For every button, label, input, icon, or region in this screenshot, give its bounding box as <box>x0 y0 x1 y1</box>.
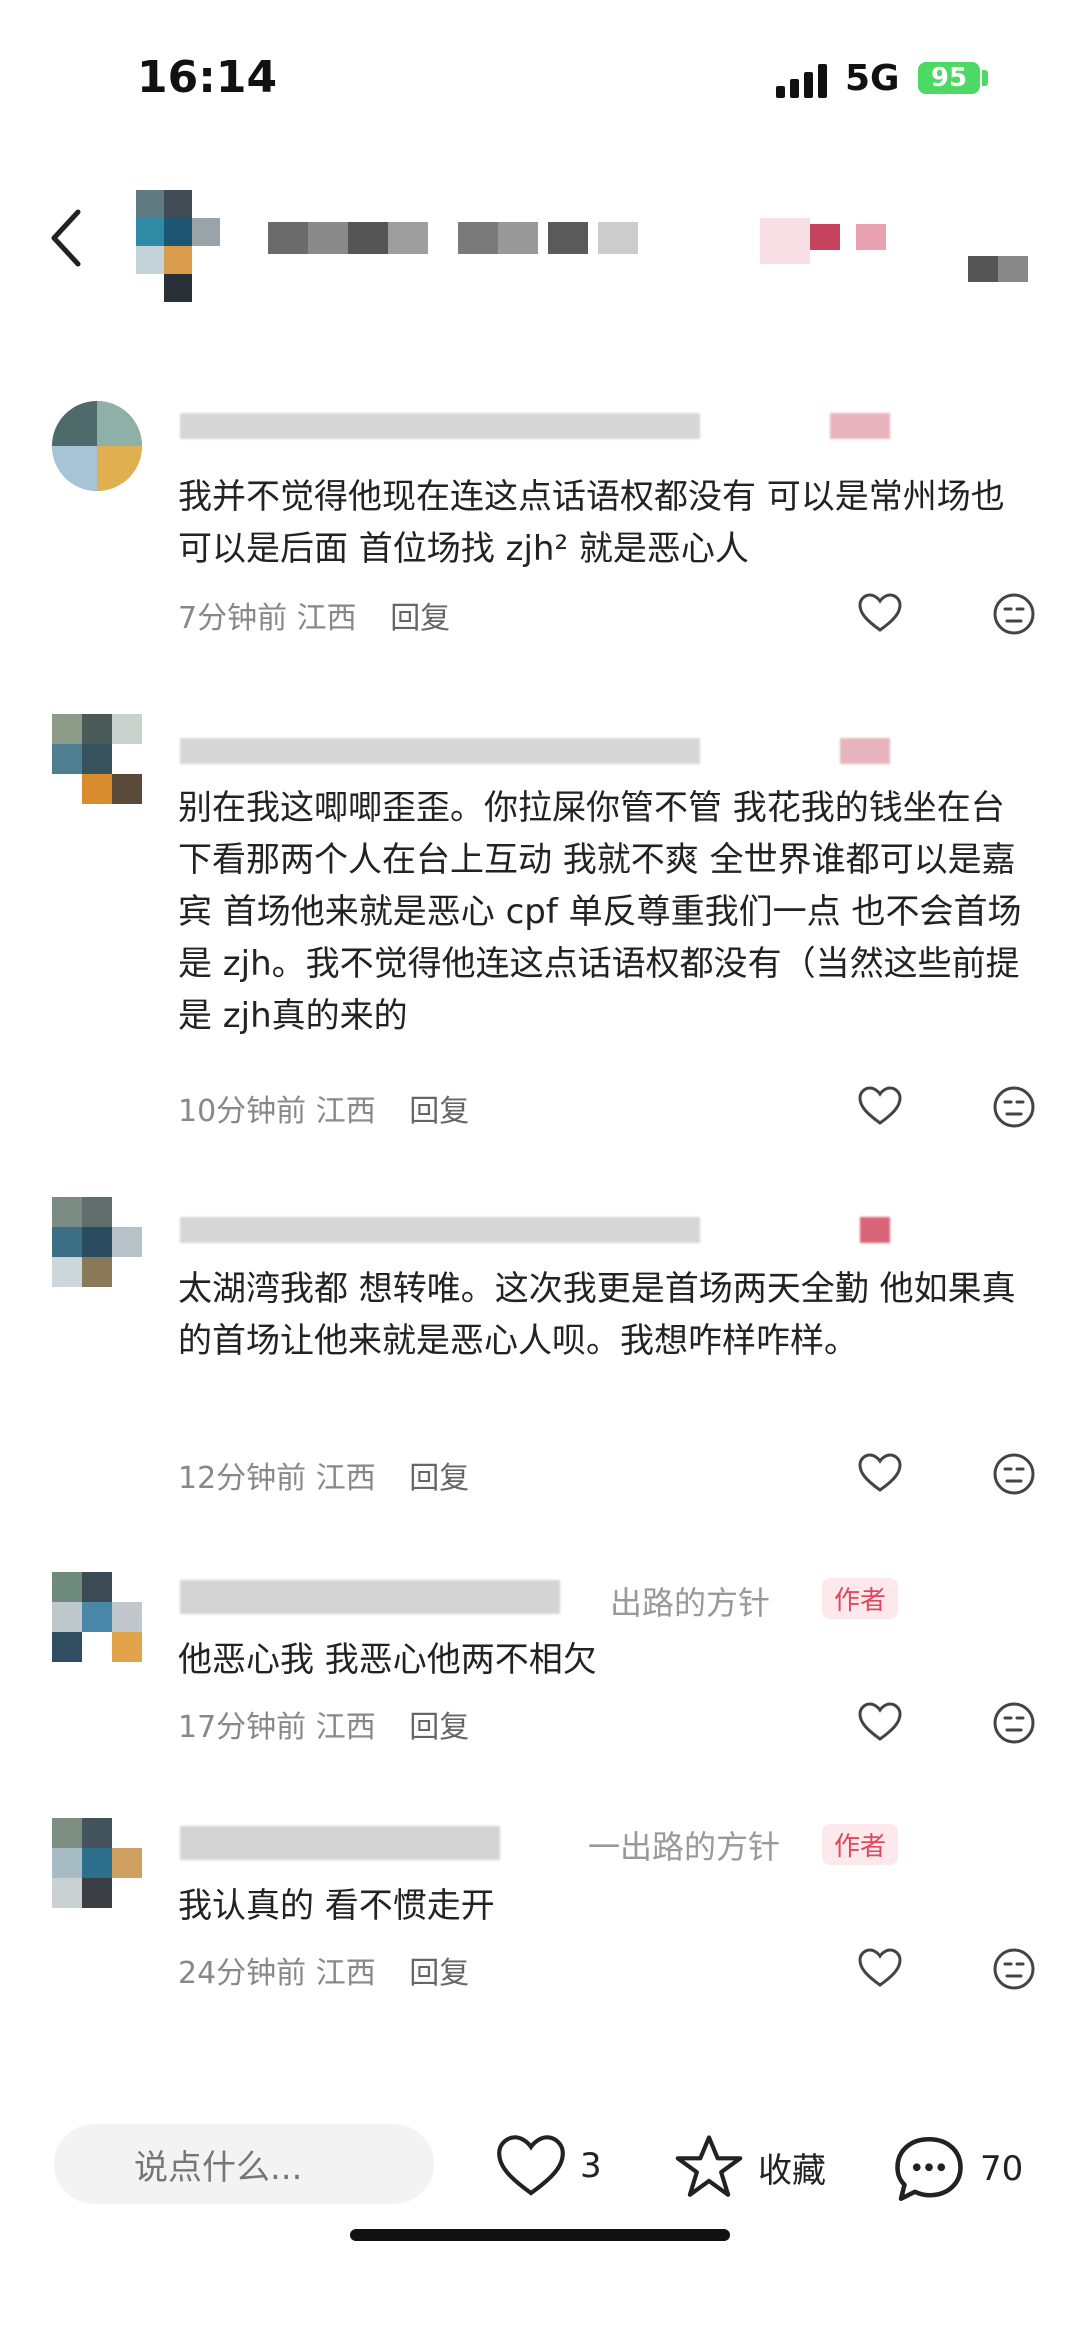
like-count: 3 <box>580 2146 602 2186</box>
nickname-mosaic <box>180 413 940 453</box>
comment-location: 江西 <box>315 1094 376 1129</box>
header-nickname-mosaic <box>268 222 688 254</box>
battery-level: 95 <box>930 63 968 93</box>
dislike-face-icon[interactable] <box>993 1702 1035 1744</box>
comment-text: 太湖湾我都 想转唯。这次我更是首场两天全勤 他如果真的首场让他来就是恶心人呗。我… <box>178 1269 1016 1361</box>
heart-icon[interactable] <box>858 1453 902 1493</box>
like-button[interactable]: 3 <box>496 2134 602 2198</box>
header-right-mosaic <box>968 256 1028 282</box>
nickname-mosaic <box>180 1217 940 1257</box>
comment-text: 别在我这唧唧歪歪。你拉屎你管不管 我花我的钱坐在台下看那两个人在台上互动 我就不… <box>178 788 1022 1036</box>
comment-location: 江西 <box>315 1710 376 1745</box>
comment-time: 7分钟前 <box>178 601 288 636</box>
reply-button[interactable]: 回复 <box>409 1956 469 1991</box>
dislike-face-icon[interactable] <box>993 1086 1035 1128</box>
author-badge: 作者 <box>822 1824 899 1865</box>
back-icon[interactable] <box>48 208 82 268</box>
comment-meta: 24分钟前 江西 回复 <box>178 1948 469 1992</box>
comment-text: 我认真的 看不惯走开 <box>178 1886 495 1926</box>
signal-icon <box>776 64 827 98</box>
heart-icon[interactable] <box>858 593 902 633</box>
bottom-action-bar: 说点什么... 3 收藏 70 <box>0 2080 1080 2341</box>
heart-icon[interactable] <box>858 1702 902 1742</box>
comment-location: 江西 <box>315 1956 376 1991</box>
dislike-face-icon[interactable] <box>993 593 1035 635</box>
network-type: 5G <box>845 58 900 99</box>
comment-location: 江西 <box>296 601 357 636</box>
comment-meta: 12分钟前 江西 回复 <box>178 1453 469 1497</box>
comment-meta: 7分钟前 江西 回复 <box>178 593 450 637</box>
heart-icon[interactable] <box>858 1086 902 1126</box>
comment-time: 24分钟前 <box>178 1956 307 1991</box>
reply-button[interactable]: 回复 <box>409 1094 469 1129</box>
star-icon <box>675 2135 743 2197</box>
comment-count-button[interactable]: 70 <box>892 2134 1023 2204</box>
battery-tip <box>982 70 988 86</box>
status-bar: 16:14 5G 95 <box>0 0 1080 150</box>
header-tag-mosaic <box>760 218 910 264</box>
post-header <box>0 180 1080 302</box>
comment-location: 江西 <box>315 1461 376 1496</box>
nickname-visible: 出路的方针 <box>610 1584 771 1622</box>
comment-input-placeholder: 说点什么... <box>134 2148 303 2188</box>
heart-icon <box>497 2135 565 2196</box>
comment-text: 他恶心我 我恶心他两不相欠 <box>178 1640 597 1680</box>
comment-time: 10分钟前 <box>178 1094 307 1129</box>
dislike-face-icon[interactable] <box>993 1453 1035 1495</box>
comment-text: 我并不觉得他现在连这点话语权都没有 可以是常州场也可以是后面 首位场找 zjh²… <box>178 477 1005 569</box>
comment-time: 12分钟前 <box>178 1461 307 1496</box>
dislike-face-icon[interactable] <box>993 1948 1035 1990</box>
reply-button[interactable]: 回复 <box>409 1461 469 1496</box>
home-indicator[interactable] <box>350 2229 730 2241</box>
avatar[interactable] <box>52 401 142 491</box>
header-avatar[interactable] <box>136 190 220 306</box>
comment-count: 70 <box>980 2149 1024 2189</box>
avatar[interactable] <box>52 714 142 804</box>
reply-button[interactable]: 回复 <box>409 1710 469 1745</box>
collect-label: 收藏 <box>758 2150 826 2191</box>
comment-meta: 10分钟前 江西 回复 <box>178 1086 469 1130</box>
comment-meta: 17分钟前 江西 回复 <box>178 1702 469 1746</box>
heart-icon[interactable] <box>858 1948 902 1988</box>
status-time: 16:14 <box>137 52 278 103</box>
author-badge: 作者 <box>822 1578 899 1619</box>
nickname-mosaic <box>180 738 940 778</box>
reply-button[interactable]: 回复 <box>390 601 450 636</box>
avatar[interactable] <box>52 1572 142 1662</box>
comment-input[interactable]: 说点什么... <box>54 2124 434 2204</box>
comment-bubble-icon <box>895 2136 963 2202</box>
battery-icon: 95 <box>918 62 980 94</box>
nickname-visible: 一出路的方针 <box>588 1828 781 1866</box>
comment-time: 17分钟前 <box>178 1710 307 1745</box>
avatar[interactable] <box>52 1818 142 1908</box>
avatar[interactable] <box>52 1197 142 1287</box>
collect-button[interactable]: 收藏 <box>674 2134 826 2200</box>
